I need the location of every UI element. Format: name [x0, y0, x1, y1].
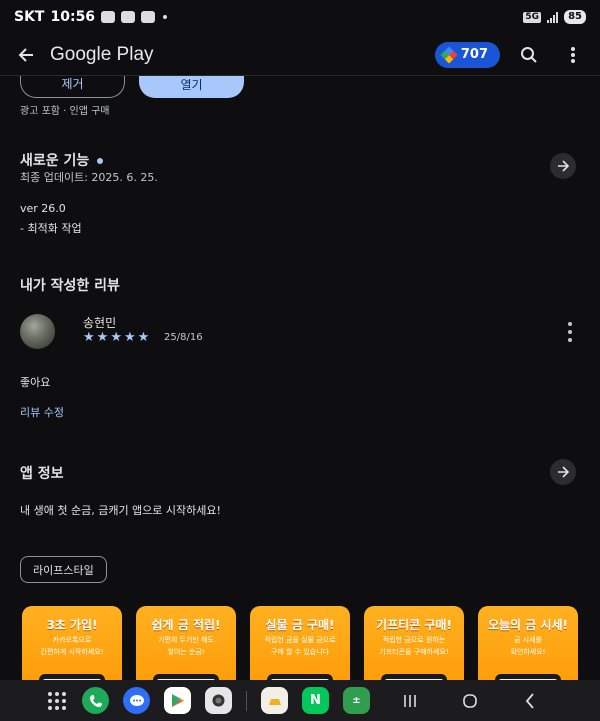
screenshot-headline: 오늘의 금 시세! — [487, 618, 569, 632]
play-store-app-icon[interactable] — [164, 687, 191, 714]
screenshot-headline: 실물 금 구매! — [265, 618, 335, 632]
version-text: ver 26.0 — [20, 202, 66, 215]
app-bar: Google Play 707 — [0, 34, 600, 76]
more-vert-icon — [568, 322, 572, 326]
arrow-right-icon — [558, 160, 569, 172]
more-vert-icon — [571, 46, 575, 63]
screenshot-subtext: 기편히 두기만 해도 — [158, 636, 214, 644]
app-notification-icon — [141, 11, 156, 23]
star-icon: ★ — [123, 330, 136, 345]
screenshot-card[interactable]: 쉽게 금 적립! 기편히 두기만 해도 쌓이는 순금! — [136, 606, 236, 680]
dock-divider — [246, 690, 247, 711]
play-points-count: 707 — [460, 47, 488, 62]
back-button[interactable] — [12, 41, 40, 69]
edit-review-link[interactable]: 리뷰 수정 — [20, 404, 64, 420]
home-icon — [463, 693, 477, 708]
screenshot-card[interactable]: 3초 가입! 카카오톡으로 간편하게 시작하세요! — [22, 606, 122, 680]
category-chip[interactable]: 라이프스타일 — [20, 556, 107, 583]
screenshot-subtext: 금 시세를 — [514, 636, 542, 644]
naver-app-icon[interactable]: N — [302, 687, 329, 714]
my-review-title: 내가 작성한 리뷰 — [20, 278, 120, 294]
screenshot-subtext: 쌓이는 순금! — [167, 648, 205, 656]
play-points-icon — [440, 46, 458, 63]
message-notification-icon — [121, 11, 136, 23]
screenshot-headline: 3초 가입! — [46, 618, 98, 632]
screenshot-subtext: 간편하게 시작하세요! — [40, 648, 104, 656]
recent-apps-icon — [404, 694, 416, 707]
arrow-left-icon — [18, 47, 33, 62]
screenshot-carousel[interactable]: 3초 가입! 카카오톡으로 간편하게 시작하세요! 쉽게 금 적립! 기편히 두… — [22, 606, 578, 680]
screenshot-subtext: 확인하세요! — [510, 648, 546, 656]
last-updated: 최종 업데이트: 2025. 6. 25. — [20, 171, 158, 184]
clock: 10:56 — [50, 9, 96, 25]
whats-new-title: 새로운 기능 — [20, 153, 90, 169]
chat-notification-icon — [101, 11, 116, 23]
app-info-arrow-button[interactable] — [550, 459, 576, 485]
app-details-content: 제거 열기 광고 포함 · 인앱 구매 새로운 기능 최종 업데이트: 2025… — [0, 76, 600, 680]
whats-new-arrow-button[interactable] — [550, 153, 576, 179]
review-more-button[interactable] — [566, 322, 574, 342]
review-date: 25/8/16 — [164, 332, 203, 343]
reviewer-name: 송현민 — [83, 316, 117, 330]
network-type-icon: 5G — [523, 11, 542, 23]
star-icon: ★ — [110, 330, 122, 345]
phone-app-icon[interactable] — [82, 687, 109, 714]
screenshot-subtext: 구매 할 수 있습니다 — [270, 648, 330, 656]
ads-iap-note: 광고 포함 · 인앱 구매 — [20, 106, 110, 117]
screenshot-card[interactable]: 오늘의 금 시세! 금 시세를 확인하세요! — [478, 606, 578, 680]
camera-app-icon[interactable] — [205, 687, 232, 714]
screenshot-subtext: 적립한 금을 실물 금으로 — [264, 636, 336, 644]
review-rating-stars: ★ ★ ★ ★ ★ — [83, 331, 149, 344]
new-indicator-dot — [97, 158, 104, 164]
screenshot-card[interactable]: 기프티콘 구매! 적립한 금으로 원하는 기프티콘을 구매하세요! — [364, 606, 464, 680]
screenshot-subtext: 기프티콘을 구매하세요! — [379, 648, 449, 656]
system-back-button[interactable] — [520, 691, 540, 711]
app-description: 내 생애 첫 순금, 금캐기 앱으로 시작하세요! — [20, 504, 221, 517]
overflow-menu-button[interactable] — [558, 40, 588, 70]
star-icon: ★ — [137, 330, 150, 345]
app-info-title: 앱 정보 — [20, 466, 64, 482]
screenshot-headline: 쉽게 금 적립! — [151, 618, 221, 632]
home-button[interactable] — [460, 691, 480, 711]
status-bar: SKT 10:56 5G 85 — [0, 0, 600, 34]
search-button[interactable] — [514, 40, 544, 70]
arrow-right-icon — [558, 466, 569, 478]
recent-apps-button[interactable] — [400, 691, 420, 711]
messages-app-icon[interactable] — [123, 687, 150, 714]
gold-app-icon[interactable] — [261, 687, 288, 714]
screenshot-subtext: 카카오톡으로 — [52, 636, 92, 644]
whats-new-header[interactable]: 새로운 기능 — [20, 150, 104, 170]
signal-icon — [547, 11, 559, 23]
uninstall-button[interactable]: 제거 — [20, 76, 125, 98]
update-note: - 최적화 작업 — [20, 222, 82, 235]
screenshot-card[interactable]: 실물 금 구매! 적립한 금을 실물 금으로 구매 할 수 있습니다 — [250, 606, 350, 680]
system-nav-bar: N ± — [0, 680, 600, 721]
more-notifications-icon — [163, 15, 168, 19]
open-button[interactable]: 열기 — [139, 76, 244, 98]
review-text: 좋아요 — [20, 376, 51, 389]
chevron-left-icon — [525, 692, 534, 709]
screenshot-subtext: 적립한 금으로 원하는 — [382, 636, 446, 644]
app-drawer-icon[interactable] — [48, 691, 66, 710]
play-points-button[interactable]: 707 — [434, 41, 500, 68]
star-icon: ★ — [83, 330, 95, 345]
star-icon: ★ — [96, 330, 109, 345]
screenshot-headline: 기프티콘 구매! — [376, 618, 452, 632]
battery-indicator: 85 — [564, 10, 586, 24]
search-icon — [521, 46, 537, 63]
page-title: Google Play — [50, 43, 154, 65]
avatar — [20, 314, 55, 349]
carrier-label: SKT — [14, 9, 45, 25]
calculator-app-icon[interactable]: ± — [343, 687, 370, 714]
